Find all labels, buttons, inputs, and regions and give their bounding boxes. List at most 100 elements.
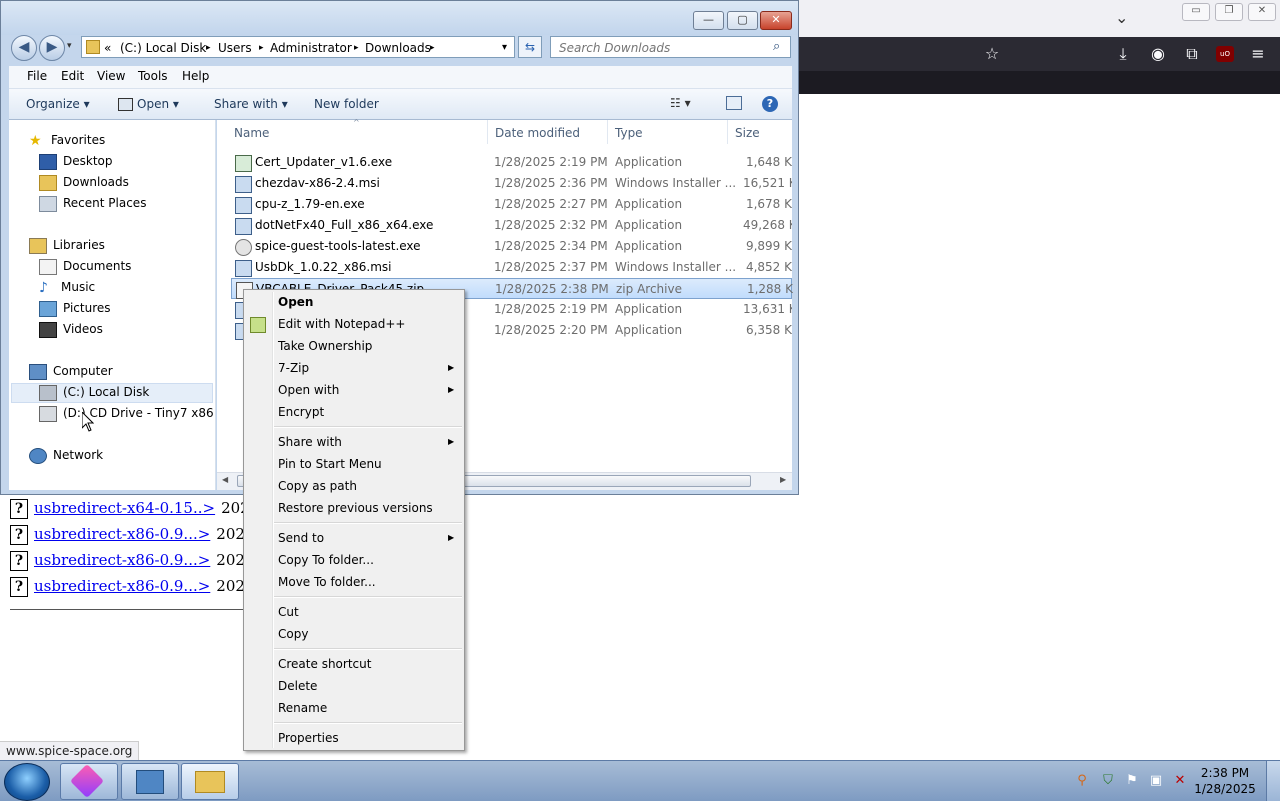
account-icon[interactable]: ◉ [1146,42,1170,66]
organize-button[interactable]: Organize ▾ [26,97,90,111]
browser-menu-icon[interactable]: ≡ [1246,42,1270,66]
file-row[interactable]: dotNetFx40_Full_x86_x64.exe 1/28/2025 2:… [231,215,792,236]
ctx-restore-versions[interactable]: Restore previous versions [278,497,433,519]
ctx-copy-as-path[interactable]: Copy as path [278,475,357,497]
scroll-right-icon[interactable]: ▶ [780,475,786,484]
crumb-local-disk[interactable]: (C:) Local Disk [120,40,206,56]
column-divider[interactable] [607,120,608,144]
nav-downloads[interactable]: Downloads [39,172,129,192]
ctx-cut[interactable]: Cut [278,601,299,623]
column-size[interactable]: Size [735,126,760,140]
column-divider[interactable] [727,120,728,144]
ublock-icon[interactable]: uO [1216,46,1234,62]
ctx-open[interactable]: Open [278,291,313,313]
ctx-pin-start[interactable]: Pin to Start Menu [278,453,382,475]
listing-link[interactable]: usbredirect-x86-0.9...> [34,577,210,595]
share-with-button[interactable]: Share with ▾ [214,97,288,111]
tray-search-icon[interactable]: ⚲ [1074,773,1090,789]
nav-favorites[interactable]: ★ Favorites [29,130,105,150]
address-overflow[interactable]: « [104,40,111,56]
taskbar-control-panel-button[interactable] [121,763,179,800]
tab-list-chevron-icon[interactable]: ⌄ [1115,8,1128,27]
ctx-7zip[interactable]: 7-Zip ▶ [278,357,458,379]
ctx-take-ownership[interactable]: Take Ownership [278,335,372,357]
crumb-separator-icon[interactable]: ▸ [259,40,264,56]
menu-file[interactable]: File [27,69,47,83]
nav-network[interactable]: Network [29,445,103,465]
ctx-copy-to-folder[interactable]: Copy To folder... [278,549,374,571]
file-row[interactable]: UsbDk_1.0.22_x86.msi 1/28/2025 2:37 PM W… [231,257,792,278]
ctx-encrypt[interactable]: Encrypt [278,401,324,423]
tray-shield-icon[interactable]: ⛉ [1100,773,1116,789]
menu-tools[interactable]: Tools [138,69,168,83]
ctx-rename[interactable]: Rename [278,697,327,719]
start-button[interactable] [4,763,50,801]
column-divider[interactable] [487,120,488,144]
tray-flag-icon[interactable]: ⚑ [1124,773,1140,789]
column-type[interactable]: Type [615,126,643,140]
crumb-separator-icon[interactable]: ▸ [206,40,211,56]
nav-documents[interactable]: Documents [39,256,131,276]
crumb-administrator[interactable]: Administrator [270,40,352,56]
menu-edit[interactable]: Edit [61,69,84,83]
menu-view[interactable]: View [97,69,125,83]
ctx-create-shortcut[interactable]: Create shortcut [278,653,371,675]
ctx-open-with[interactable]: Open with ▶ [278,379,458,401]
taskbar-clock[interactable]: 2:38 PM 1/28/2025 [1190,765,1260,797]
column-date-modified[interactable]: Date modified [495,126,580,140]
browser-minimize-button[interactable]: ▭ [1182,3,1210,21]
tray-volume-muted-icon[interactable]: ✕ [1172,773,1188,789]
recent-pages-icon[interactable]: ▾ [67,41,72,51]
maximize-button[interactable]: ▢ [727,11,758,30]
crumb-separator-icon[interactable]: ▸ [354,40,359,56]
downloads-icon[interactable]: ⤓ [1111,42,1135,66]
listing-link[interactable]: usbredirect-x86-0.9...> [34,551,210,569]
file-row[interactable]: Cert_Updater_v1.6.exe 1/28/2025 2:19 PM … [231,152,792,173]
preview-pane-icon[interactable] [726,96,742,110]
nav-local-disk[interactable]: (C:) Local Disk [39,382,149,402]
menu-help[interactable]: Help [182,69,209,83]
new-folder-button[interactable]: New folder [314,97,379,111]
listing-link[interactable]: usbredirect-x64-0.15..> [34,499,215,517]
show-desktop-button[interactable] [1266,761,1280,801]
search-input[interactable] [557,40,761,56]
refresh-button[interactable]: ⇆ [518,36,542,58]
taskbar-explorer-button[interactable] [181,763,239,800]
file-row[interactable]: spice-guest-tools-latest.exe 1/28/2025 2… [231,236,792,257]
extensions-icon[interactable]: ⧉ [1180,42,1204,66]
nav-music[interactable]: ♪ Music [39,277,95,297]
nav-pictures[interactable]: Pictures [39,298,111,318]
taskbar-browser-button[interactable] [60,763,118,800]
nav-libraries[interactable]: Libraries [29,235,105,255]
nav-desktop[interactable]: Desktop [39,151,113,171]
forward-button[interactable]: ▶ [39,35,65,61]
tray-network-icon[interactable]: ▣ [1148,773,1164,789]
file-row[interactable]: chezdav-x86-2.4.msi 1/28/2025 2:36 PM Wi… [231,173,792,194]
help-icon[interactable]: ? [762,96,778,112]
search-box[interactable]: ⌕ [550,36,791,58]
explorer-titlebar[interactable] [1,1,798,35]
ctx-share-with[interactable]: Share with ▶ [278,431,458,453]
nav-recent-places[interactable]: Recent Places [39,193,146,213]
close-button[interactable]: ✕ [760,11,792,30]
address-dropdown-icon[interactable]: ▾ [502,40,507,56]
listing-link[interactable]: usbredirect-x86-0.9...> [34,525,210,543]
browser-restore-button[interactable]: ❐ [1215,3,1243,21]
nav-cd-drive[interactable]: (D:) CD Drive - Tiny7 x86 R1 [39,403,233,423]
search-icon[interactable]: ⌕ [773,39,780,54]
ctx-properties[interactable]: Properties [278,727,339,749]
ctx-copy[interactable]: Copy [278,623,308,645]
minimize-button[interactable]: — [693,11,724,30]
ctx-delete[interactable]: Delete [278,675,317,697]
nav-computer[interactable]: Computer [29,361,113,381]
bookmark-star-icon[interactable]: ☆ [980,42,1004,66]
ctx-move-to-folder[interactable]: Move To folder... [278,571,376,593]
address-bar[interactable]: « (C:) Local Disk ▸ Users ▸ Administrato… [81,36,515,58]
open-button[interactable]: Open ▾ [137,97,179,111]
nav-videos[interactable]: Videos [39,319,103,339]
back-button[interactable]: ◀ [11,35,37,61]
ctx-edit-notepadpp[interactable]: Edit with Notepad++ [278,313,405,335]
column-name[interactable]: Name [234,126,269,140]
crumb-downloads[interactable]: Downloads [365,40,431,56]
crumb-users[interactable]: Users [218,40,252,56]
